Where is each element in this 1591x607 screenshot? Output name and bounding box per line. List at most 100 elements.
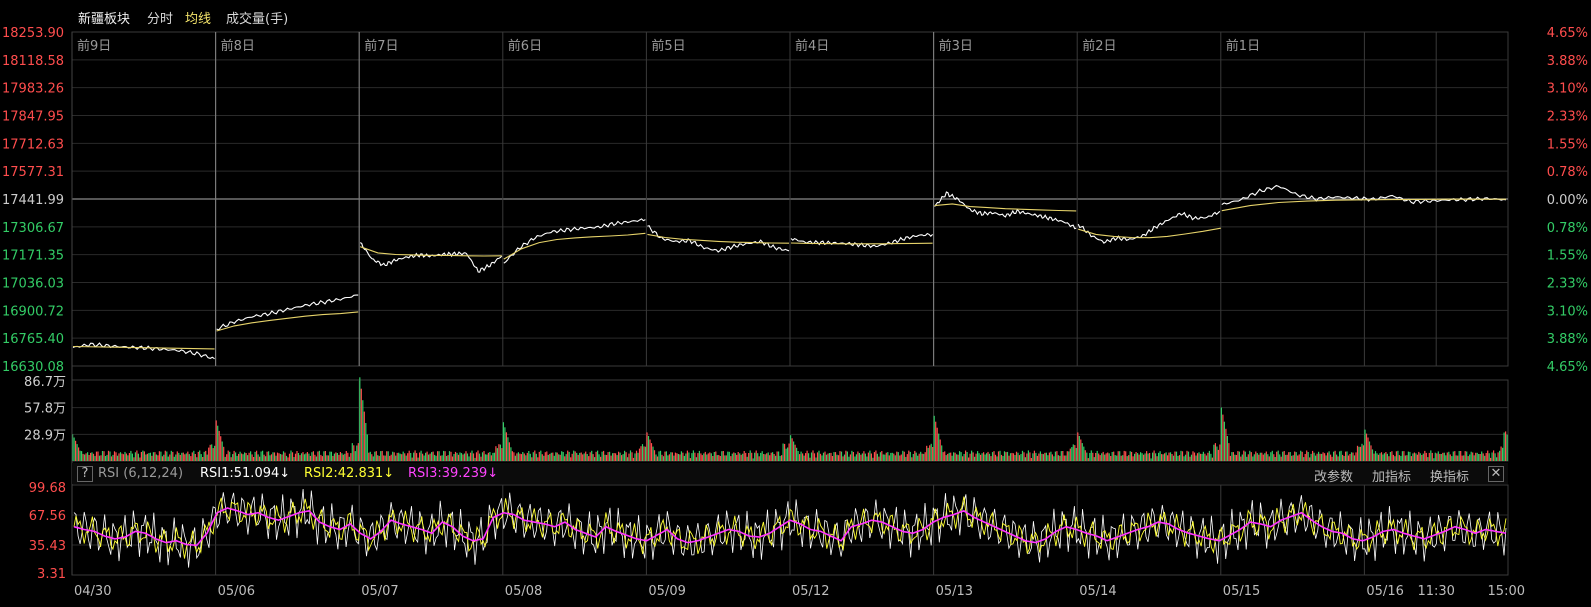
volume-bar <box>143 451 145 461</box>
date-label: 05/16 <box>1366 584 1403 599</box>
volume-bar <box>475 452 478 461</box>
volume-bar <box>775 455 777 461</box>
volume-bar <box>1125 451 1127 461</box>
volume-bar <box>819 453 822 461</box>
volume-bar <box>1035 452 1037 461</box>
volume-bar <box>1463 455 1465 461</box>
volume-bar <box>703 453 705 461</box>
volume-bar <box>98 455 101 461</box>
volume-bar <box>484 454 487 461</box>
time-label-close: 15:00 <box>1488 584 1525 599</box>
volume-bar <box>1466 451 1468 461</box>
volume-bar <box>1313 452 1315 461</box>
volume-bar <box>1192 451 1194 461</box>
volume-bar <box>1054 451 1056 461</box>
volume-bar <box>893 453 895 461</box>
volume-bar <box>827 453 829 461</box>
volume-bar <box>606 455 608 461</box>
volume-bar <box>465 451 467 461</box>
volume-bar <box>1271 450 1273 461</box>
day-label: 前3日 <box>939 38 973 54</box>
volume-bar <box>936 427 938 461</box>
volume-bar <box>226 454 228 461</box>
volume-bar <box>887 452 889 461</box>
volume-bar <box>384 455 386 461</box>
volume-bar <box>1250 452 1252 461</box>
volume-bar <box>1015 451 1018 461</box>
volume-bar <box>113 451 116 461</box>
volume-bar <box>341 453 343 461</box>
add-indicator-button[interactable]: 加指标 <box>1372 466 1411 485</box>
volume-bar <box>707 453 709 461</box>
volume-bar <box>1310 453 1312 461</box>
volume-bar <box>486 454 488 461</box>
volume-bar <box>230 457 232 461</box>
volume-bar <box>354 451 356 461</box>
volume-bar <box>1422 453 1424 461</box>
volume-bar <box>860 454 862 461</box>
volume-bar <box>932 447 934 461</box>
volume-bar <box>194 454 196 461</box>
indicator-name[interactable]: RSI (6,12,24) <box>98 466 183 481</box>
volume-bar <box>270 454 273 461</box>
volume-bar <box>1270 452 1272 461</box>
volume-bar <box>514 455 516 461</box>
volume-bar <box>721 451 723 461</box>
switch-indicator-button[interactable]: 换指标 <box>1430 466 1469 485</box>
volume-bar <box>909 451 911 461</box>
volume-bar <box>276 452 279 461</box>
volume-bar <box>205 450 207 461</box>
volume-bar <box>625 452 627 461</box>
volume-bar <box>1204 453 1206 461</box>
volume-bar <box>1415 453 1417 461</box>
volume-bar <box>921 453 923 461</box>
volume-bar <box>996 456 998 461</box>
tab-timeshare[interactable]: 分时 <box>147 8 173 27</box>
volume-bar <box>504 427 506 461</box>
volume-bar <box>268 451 270 461</box>
volume-bar <box>1113 451 1115 461</box>
volume-bar <box>145 454 147 461</box>
volume-bar <box>944 451 946 461</box>
volume-bar <box>208 447 210 461</box>
tab-average-line[interactable]: 均线 <box>185 8 211 27</box>
volume-bar <box>1090 450 1092 461</box>
volume-bar <box>1467 456 1469 461</box>
volume-bar <box>793 441 795 461</box>
volume-bar <box>1451 456 1453 461</box>
volume-bar <box>78 447 80 461</box>
volume-bar <box>779 455 781 461</box>
help-button[interactable]: ? <box>77 466 93 482</box>
volume-bar <box>1421 455 1423 461</box>
volume-bar <box>622 454 624 461</box>
volume-bar <box>784 443 786 461</box>
volume-bar <box>206 454 208 461</box>
change-params-button[interactable]: 改参数 <box>1314 466 1353 485</box>
volume-bar <box>878 456 880 461</box>
volume-bar <box>1033 450 1035 461</box>
volume-bar <box>959 451 961 461</box>
volume-bar <box>492 452 494 461</box>
volume-bar <box>348 456 350 461</box>
tab-volume[interactable]: 成交量(手) <box>226 8 288 27</box>
volume-bar <box>1494 453 1496 461</box>
volume-bar <box>327 455 329 461</box>
volume-bar <box>404 453 406 461</box>
volume-bar <box>266 451 268 461</box>
volume-bar <box>425 452 427 461</box>
close-icon[interactable]: ✕ <box>1488 466 1504 482</box>
volume-bar <box>1048 452 1050 461</box>
volume-bar <box>109 451 111 461</box>
volume-bar <box>182 452 184 461</box>
volume-bar <box>1008 455 1010 461</box>
volume-bar <box>1368 441 1371 461</box>
volume-bar <box>882 454 884 461</box>
volume-bar <box>837 455 840 461</box>
volume-bar <box>912 454 914 461</box>
day-label: 前5日 <box>651 38 685 54</box>
volume-bar <box>1268 456 1270 461</box>
volume-bar <box>133 457 135 461</box>
volume-bar <box>601 451 603 461</box>
percent-axis-label: 2.33% <box>1547 110 1588 125</box>
chart-canvas[interactable]: 18253.90 4.65%18118.58 3.88%17983.26 3.10%1… <box>0 0 1591 607</box>
